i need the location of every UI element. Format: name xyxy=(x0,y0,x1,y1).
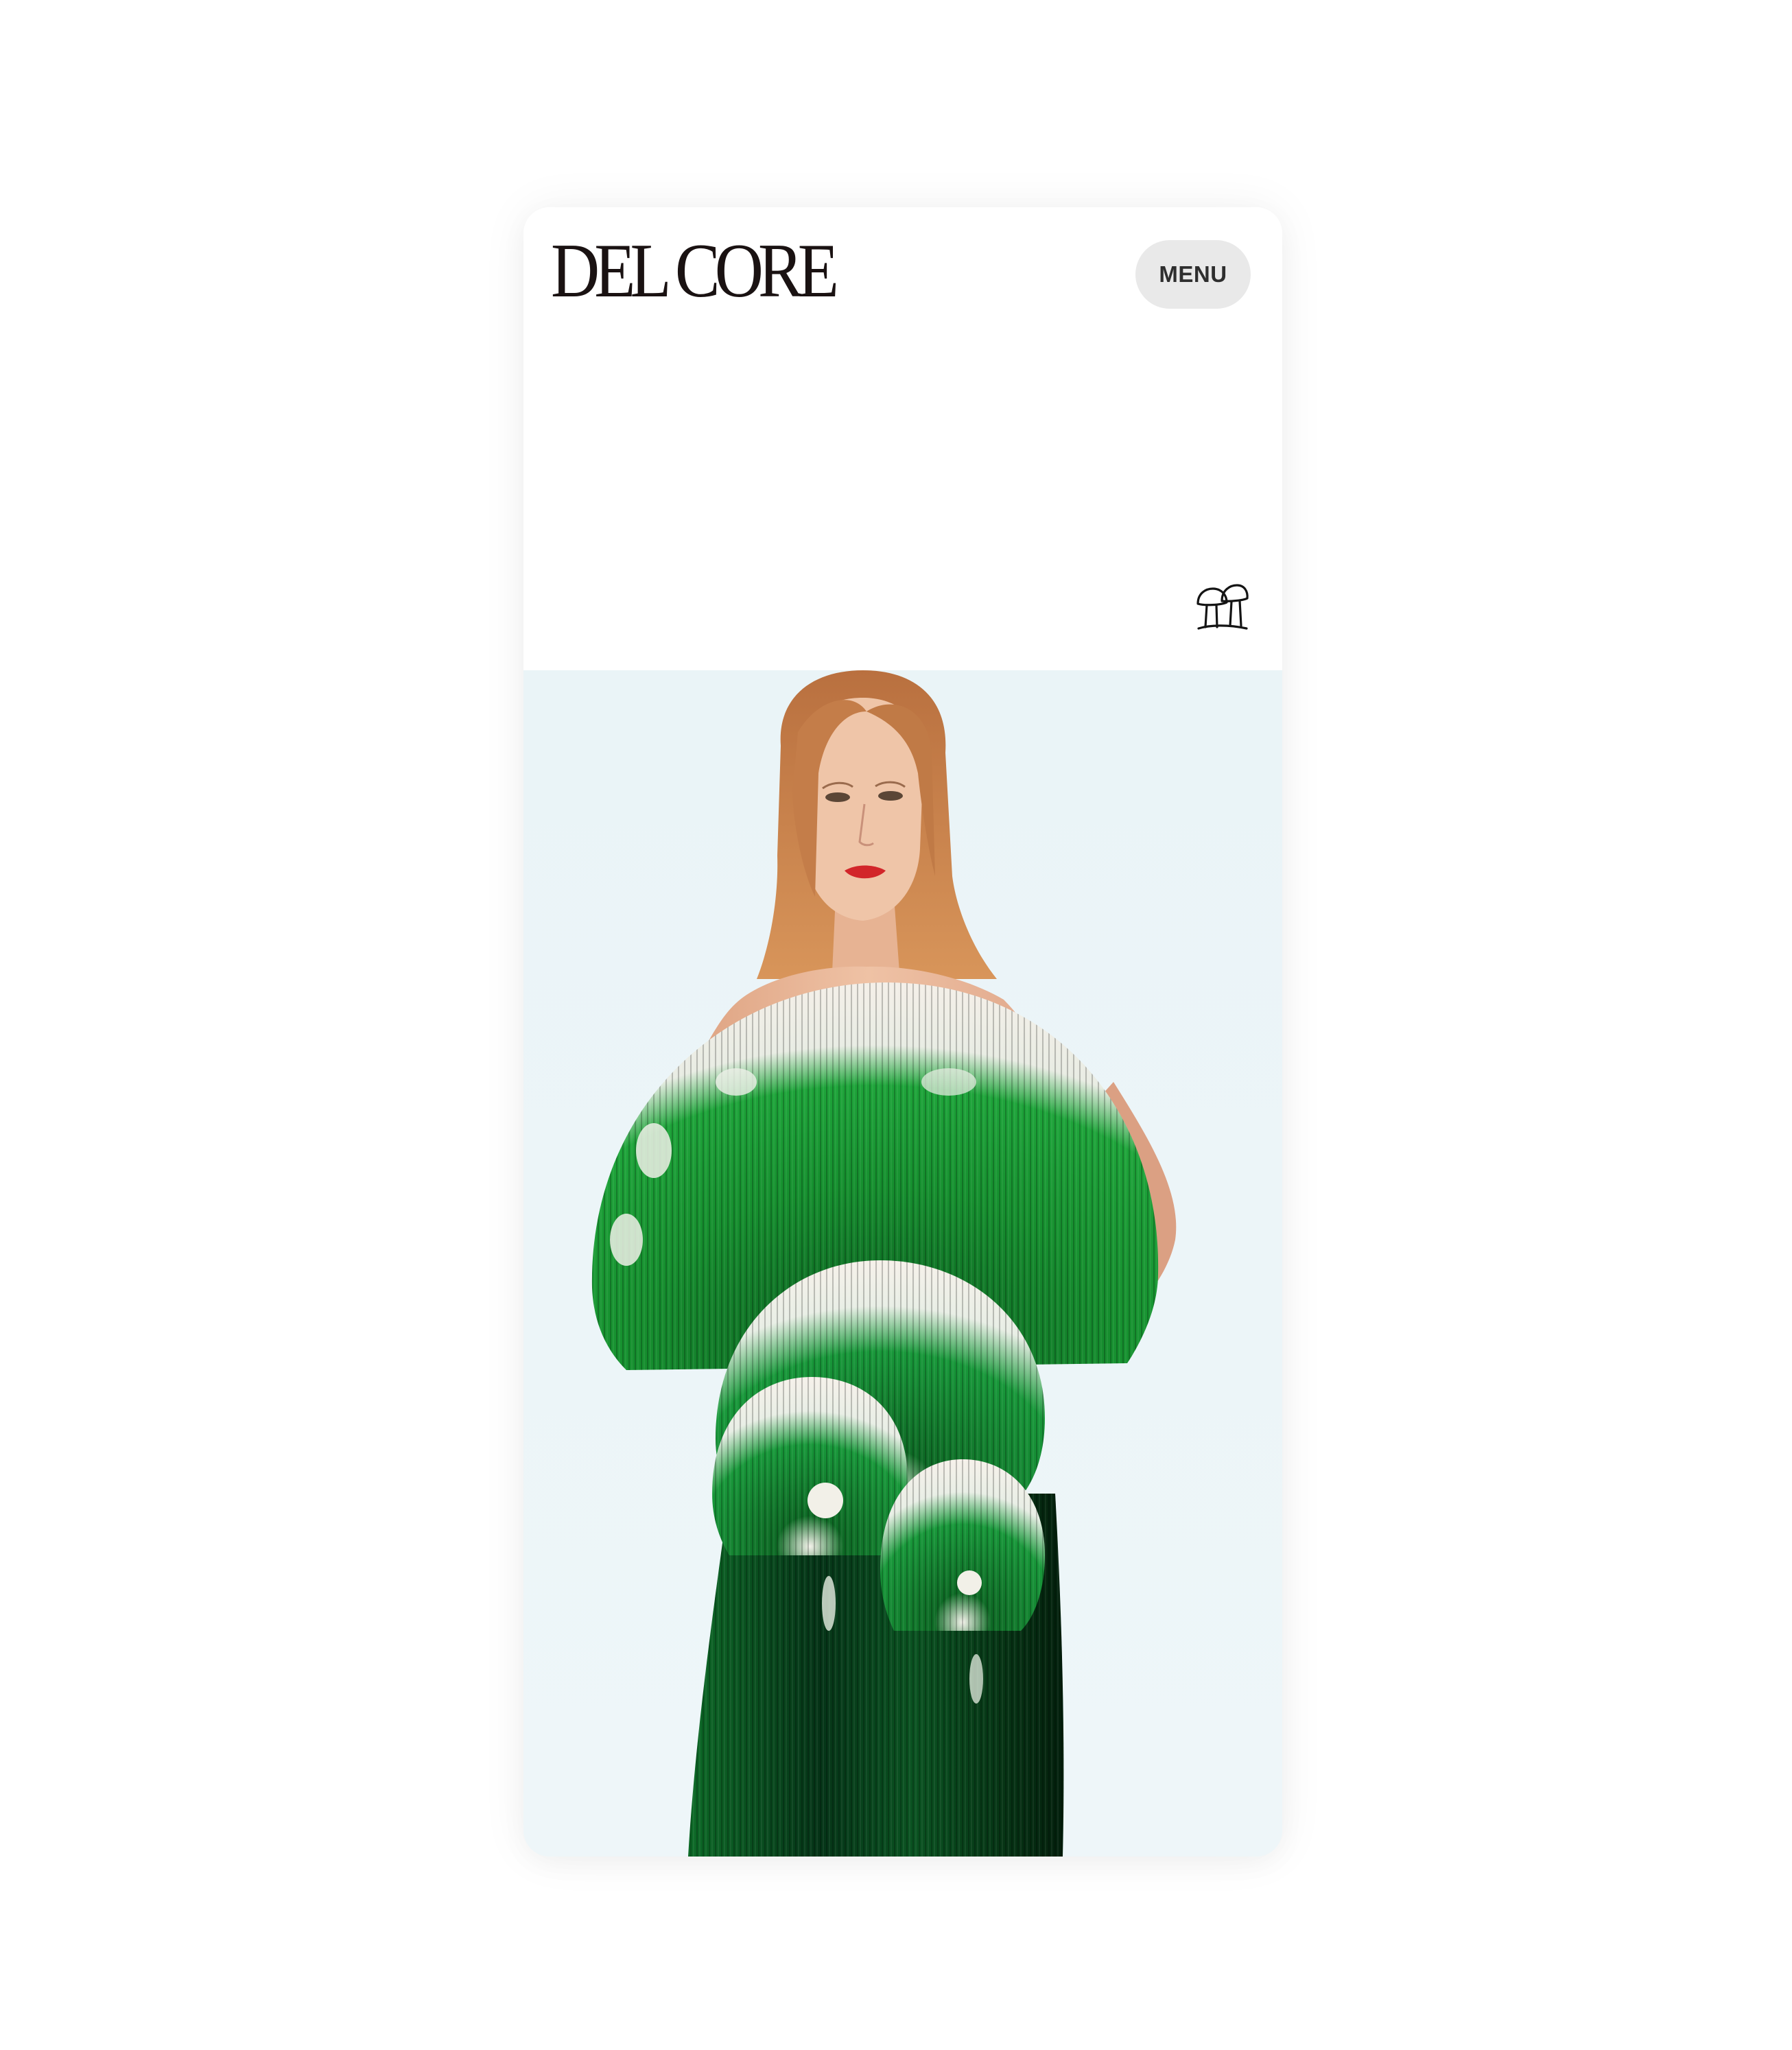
hero-image xyxy=(523,670,1282,1857)
site-header: DEL CORE MENU xyxy=(523,207,1282,670)
mobile-page-frame: DEL CORE MENU xyxy=(523,207,1282,1857)
fashion-editorial-image xyxy=(523,670,1282,1857)
mushroom-icon xyxy=(1196,583,1249,633)
menu-button[interactable]: MENU xyxy=(1135,240,1251,309)
brand-logo[interactable]: DEL CORE xyxy=(551,233,839,309)
